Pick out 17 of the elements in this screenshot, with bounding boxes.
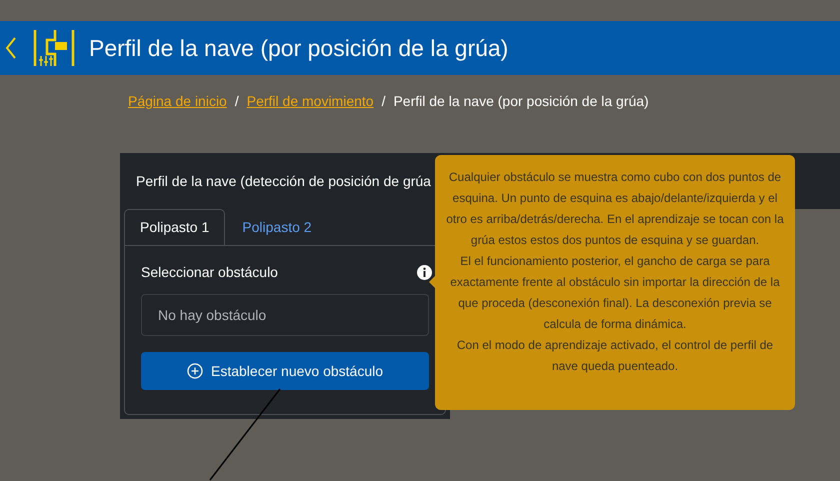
breadcrumb-separator: /	[234, 92, 239, 110]
tooltip-text: El el funcionamiento posterior, el gancho de carga se para exactamente frente al obstáculo sin importar la dirección de la que proceda (desconexión final). La desconexión previa se calcula de forma dinámica.	[449, 253, 781, 333]
field-label: Seleccionar obstáculo	[141, 263, 278, 282]
plus-circle-icon	[187, 363, 203, 379]
tooltip-text: Cualquier obstáculo se muestra como cubo con dos puntos de esquina. Un punto de esquina es abajo/delante/izquierda y el otro es arriba/detrás/derecha. En el aprendizaje se tocan con la grúa estos estos dos puntos de esquina y se guardan.	[445, 169, 785, 249]
tab[interactable]: Polipasto 2	[225, 209, 329, 245]
breadcrumb-current: Perfil de la nave (por posición de la grúa)	[393, 92, 649, 111]
app-icon	[33, 28, 75, 68]
breadcrumb-separator: /	[382, 92, 386, 110]
tooltip-text: Con el modo de aprendizaje activado, el control de perfil de nave queda puenteado.	[456, 337, 774, 375]
info-icon[interactable]	[417, 265, 432, 280]
new-obstacle-button[interactable]: Establecer nuevo obstáculo	[141, 352, 429, 390]
obstacle-select[interactable]: No hay obstáculo	[141, 294, 429, 336]
page-title: Perfil de la nave (por posición de la grúa)	[89, 34, 508, 63]
tab[interactable]: Polipasto 1	[124, 209, 226, 245]
card-title: Perfil de la nave (detección de posición de grúa	[136, 172, 431, 191]
chevron-left-icon	[5, 36, 17, 60]
